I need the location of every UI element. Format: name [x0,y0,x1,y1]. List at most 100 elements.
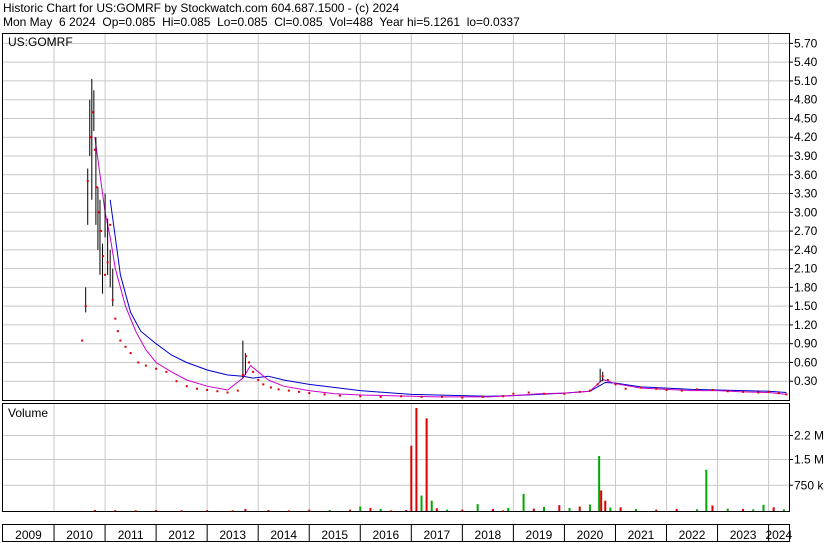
volume-y-tick-label: 750 k [794,478,824,492]
price-close-dot [601,375,604,378]
price-close-dot [114,317,117,320]
volume-bar [244,508,247,511]
price-close-dot [665,388,668,391]
volume-bar [742,508,745,511]
price-panel [2,33,790,401]
x-tick-label: 2024 [765,528,792,542]
price-close-dot [109,223,112,226]
price-close-dot [97,211,100,214]
price-y-tick-label: 3.00 [794,205,818,219]
price-close-dot [614,383,617,386]
price-close-dot [269,386,272,389]
volume-bar [578,506,581,511]
price-y-tick-label: 3.90 [794,149,818,163]
price-close-dot [89,136,92,139]
volume-bar [379,508,382,511]
volume-bar [609,507,612,511]
volume-bar [359,506,362,511]
volume-bar [93,509,96,511]
volume-bar [155,509,158,511]
x-tick-label: 2020 [577,528,604,542]
price-close-dot [241,373,244,376]
volume-bar [446,509,449,511]
price-close-dot [578,390,581,393]
price-close-dot [785,393,788,396]
price-y-tick-label: 2.40 [794,243,818,257]
volume-bar [206,510,209,512]
price-close-dot [144,364,147,367]
price-close-dot [696,388,699,391]
price-close-dot [84,305,87,308]
price-close-dot [106,261,109,264]
x-tick-label: 2021 [628,528,655,542]
x-tick-label: 2012 [168,528,195,542]
volume-bar [507,507,510,511]
volume-bar [134,510,137,512]
price-close-dot [129,352,132,355]
price-y-tick-label: 5.70 [794,36,818,50]
price-close-dot [461,396,464,399]
price-y-tick-label: 4.20 [794,130,818,144]
volume-bar [558,505,561,511]
price-y-tick-label: 1.50 [794,299,818,313]
volume-y-tick-label: 1.5 M [794,453,824,467]
volume-bar [461,509,464,511]
price-close-dot [195,387,198,390]
price-close-dot [359,395,362,398]
price-close-dot [262,383,265,386]
volume-bar [430,500,433,511]
price-y-tick-label: 4.80 [794,93,818,107]
price-close-dot [248,361,251,364]
price-close-dot [226,391,229,394]
volume-bar [655,509,658,511]
volume-bar [415,408,418,511]
price-close-dot [252,370,255,373]
price-close-dot [400,395,403,398]
price-close-dot [420,395,423,398]
volume-bar [762,504,765,511]
price-close-dot [124,345,127,348]
price-close-dot [81,339,84,342]
price-close-dot [512,392,515,395]
price-close-dot [91,111,94,114]
price-close-dot [185,385,188,388]
price-close-dot [527,391,530,394]
volume-bar [598,456,601,511]
price-close-dot [257,378,260,381]
price-close-dot [742,390,745,393]
price-close-dot [236,389,239,392]
x-tick-label: 2023 [730,528,757,542]
volume-bar [726,508,729,511]
volume-bar [349,509,352,511]
volume-bar [772,507,775,511]
volume-bar [420,495,423,511]
price-close-dot [502,395,505,398]
price-close-dot [308,392,311,395]
volume-bar [634,508,637,511]
price-y-tick-label: 0.30 [794,374,818,388]
price-close-dot [323,393,326,396]
price-close-dot [206,388,209,391]
price-close-dot [338,394,341,397]
stock-chart: 0.30 0.60 0.90 1.20 1.50 1.80 2.10 2.40 2.70 3.00… [2,33,824,542]
price-close-dot [757,391,760,394]
price-close-dot [777,392,780,395]
x-tick-label: 2022 [679,528,706,542]
volume-bar [619,507,622,511]
x-tick-label: 2009 [15,528,42,542]
volume-bar [389,510,392,512]
volume-bar [114,510,117,512]
x-tick-label: 2010 [66,528,93,542]
price-close-dot [244,355,247,358]
price-close-dot [93,148,96,151]
price-close-dot [155,367,158,370]
x-tick-label: 2011 [118,528,144,542]
price-close-dot [563,392,566,395]
x-tick-label: 2015 [321,528,348,542]
volume-bar [782,509,785,511]
price-close-dot [680,389,683,392]
price-y-tick-label: 0.90 [794,337,818,351]
price-close-dot [624,387,627,390]
price-y-tick-label: 3.60 [794,168,818,182]
price-close-dot [481,395,484,398]
